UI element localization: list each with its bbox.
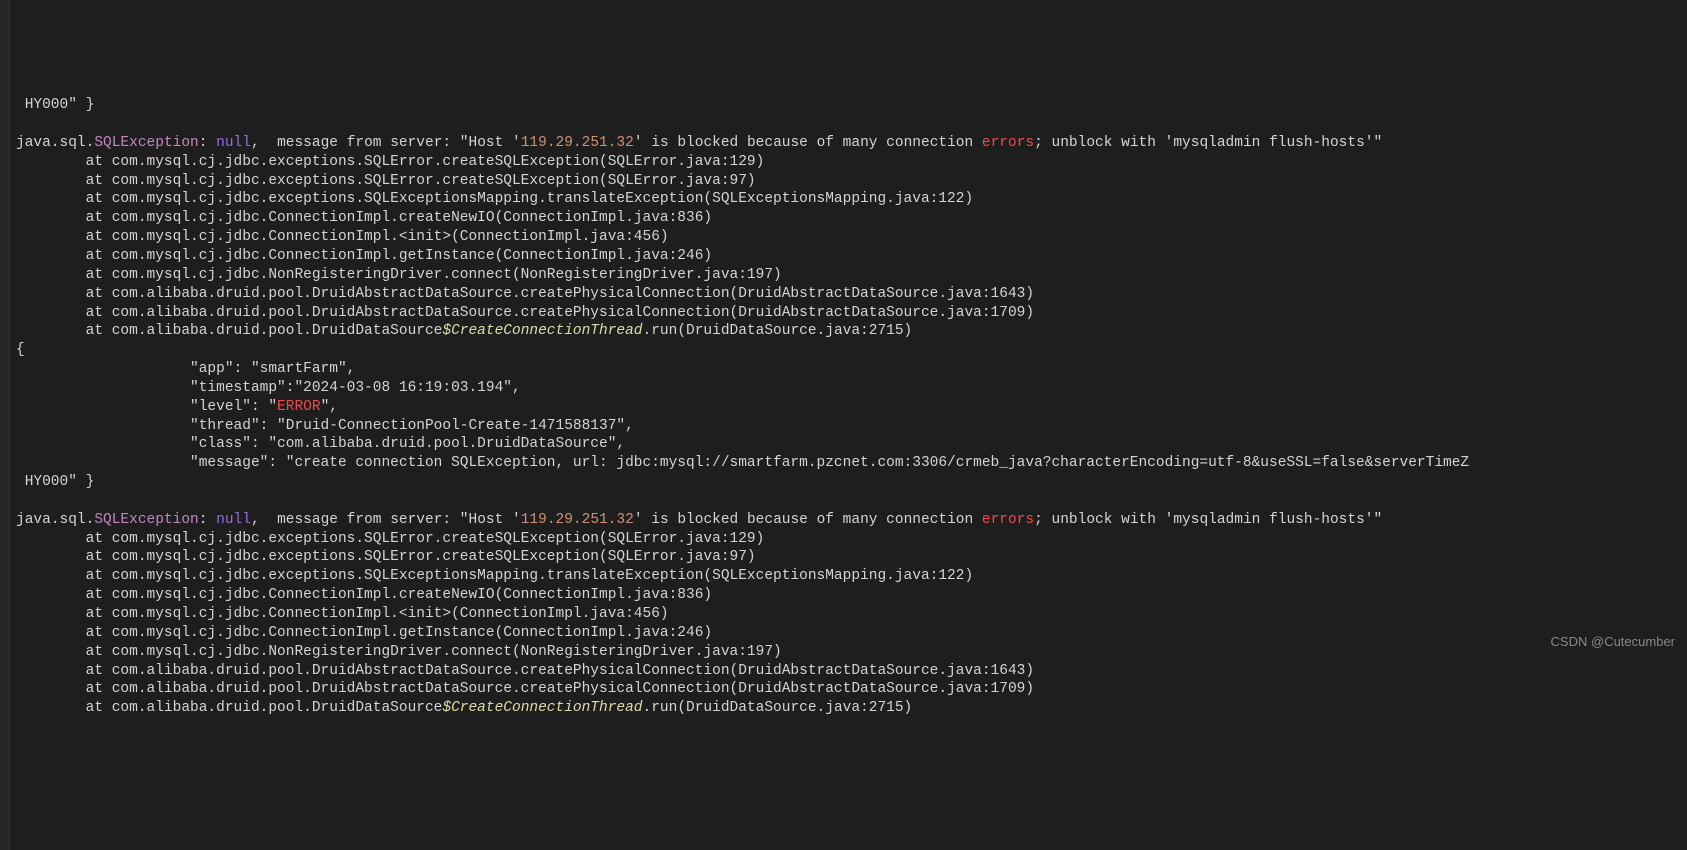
log-line: at com.mysql.cj.jdbc.exceptions.SQLError… [16, 153, 1687, 172]
log-line: at com.alibaba.druid.pool.DruidDataSourc… [16, 699, 1687, 718]
log-line: HY000" } [16, 96, 1687, 115]
log-line: at com.mysql.cj.jdbc.exceptions.SQLError… [16, 548, 1687, 567]
log-line: java.sql.SQLException: null, message fro… [16, 511, 1687, 530]
log-line: at com.alibaba.druid.pool.DruidDataSourc… [16, 322, 1687, 341]
log-content[interactable]: HY000" } java.sql.SQLException: null, me… [0, 94, 1687, 718]
log-line: at com.mysql.cj.jdbc.NonRegisteringDrive… [16, 266, 1687, 285]
log-line: HY000" } [16, 473, 1687, 492]
log-line: at com.alibaba.druid.pool.DruidAbstractD… [16, 285, 1687, 304]
log-line [16, 115, 1687, 134]
log-line: java.sql.SQLException: null, message fro… [16, 134, 1687, 153]
log-line [16, 492, 1687, 511]
log-line: "level": "ERROR", [16, 398, 1687, 417]
log-line: at com.alibaba.druid.pool.DruidAbstractD… [16, 304, 1687, 323]
log-line: at com.mysql.cj.jdbc.exceptions.SQLError… [16, 172, 1687, 191]
log-line: at com.mysql.cj.jdbc.exceptions.SQLExcep… [16, 190, 1687, 209]
log-line: at com.alibaba.druid.pool.DruidAbstractD… [16, 680, 1687, 699]
watermark: CSDN @Cutecumber [1551, 634, 1675, 651]
log-line: "class": "com.alibaba.druid.pool.DruidDa… [16, 435, 1687, 454]
log-line: "message": "create connection SQLExcepti… [16, 454, 1687, 473]
log-line: at com.mysql.cj.jdbc.ConnectionImpl.crea… [16, 209, 1687, 228]
log-line: "app": "smartFarm", [16, 360, 1687, 379]
log-line: at com.mysql.cj.jdbc.exceptions.SQLExcep… [16, 567, 1687, 586]
gutter [0, 0, 10, 850]
log-line: "timestamp":"2024-03-08 16:19:03.194", [16, 379, 1687, 398]
log-line: { [16, 341, 1687, 360]
log-line: at com.mysql.cj.jdbc.ConnectionImpl.<ini… [16, 605, 1687, 624]
log-line: at com.alibaba.druid.pool.DruidAbstractD… [16, 662, 1687, 681]
log-line: "thread": "Druid-ConnectionPool-Create-1… [16, 417, 1687, 436]
log-line: at com.mysql.cj.jdbc.ConnectionImpl.crea… [16, 586, 1687, 605]
log-line: at com.mysql.cj.jdbc.ConnectionImpl.getI… [16, 624, 1687, 643]
log-line: at com.mysql.cj.jdbc.ConnectionImpl.<ini… [16, 228, 1687, 247]
log-line: at com.mysql.cj.jdbc.ConnectionImpl.getI… [16, 247, 1687, 266]
log-line: at com.mysql.cj.jdbc.exceptions.SQLError… [16, 530, 1687, 549]
